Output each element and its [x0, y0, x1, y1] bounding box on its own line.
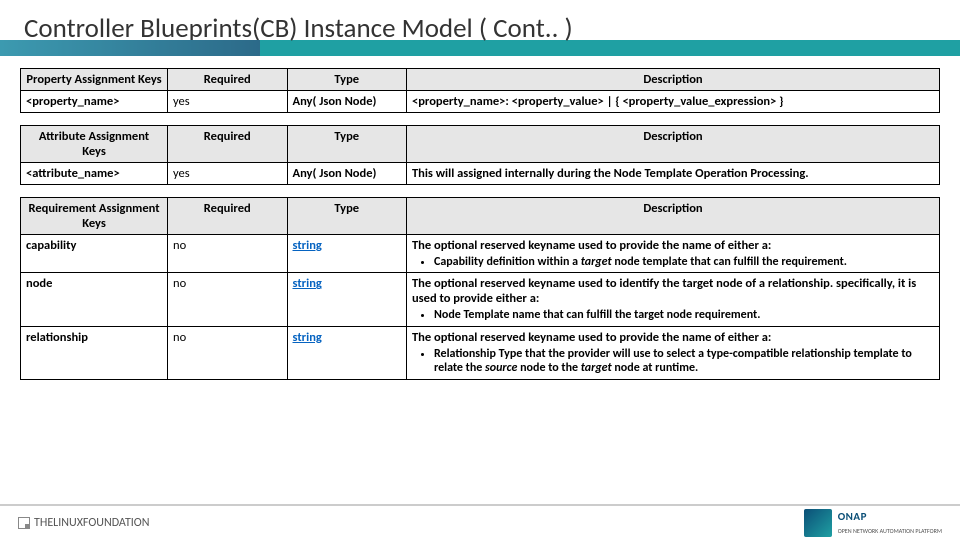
slide-title: Controller Blueprints(CB) Instance Model… — [24, 12, 936, 45]
cell-type: Any( Json Node) — [287, 91, 406, 113]
cell-required: yes — [168, 91, 287, 113]
cell-key: capability — [21, 235, 168, 273]
cell-description: The optional reserved keyname used to pr… — [406, 326, 939, 379]
cell-description: The optional reserved keyname used to pr… — [406, 235, 939, 273]
type-link[interactable]: string — [293, 238, 322, 253]
col-keys: Attribute Assignment Keys — [21, 126, 168, 163]
table-row: <attribute_name> yes Any( Json Node) Thi… — [21, 163, 940, 185]
cell-description: The optional reserved keyname used to id… — [406, 273, 939, 326]
col-keys: Requirement Assignment Keys — [21, 198, 168, 235]
cell-description: This will assigned internally during the… — [406, 163, 939, 185]
type-link[interactable]: string — [293, 276, 322, 291]
onap-logo: ONAP OPEN NETWORK AUTOMATION PLATFORM — [804, 509, 942, 537]
cell-description: <property_name>: <property_value> | { <p… — [406, 91, 939, 113]
footer: THELINUXFOUNDATION ONAP OPEN NETWORK AUT… — [0, 504, 960, 540]
cell-type: string — [287, 235, 406, 273]
table-row: <property_name> yes Any( Json Node) <pro… — [21, 91, 940, 113]
slide-content: Property Assignment Keys Required Type D… — [0, 56, 960, 504]
cell-type: Any( Json Node) — [287, 163, 406, 185]
cell-required: no — [168, 326, 287, 379]
col-keys: Property Assignment Keys — [21, 69, 168, 91]
col-type: Type — [287, 69, 406, 91]
col-type: Type — [287, 198, 406, 235]
type-link[interactable]: string — [293, 330, 322, 345]
table-row: node no string The optional reserved key… — [21, 273, 940, 326]
onap-text: ONAP — [838, 510, 867, 523]
requirement-assignment-table: Requirement Assignment Keys Required Typ… — [20, 197, 940, 380]
desc-bullet: Capability definition within a target no… — [434, 255, 934, 269]
property-assignment-table: Property Assignment Keys Required Type D… — [20, 68, 940, 113]
cell-key: node — [21, 273, 168, 326]
cell-type: string — [287, 326, 406, 379]
cell-type: string — [287, 273, 406, 326]
col-description: Description — [406, 198, 939, 235]
onap-icon — [804, 509, 832, 537]
col-description: Description — [406, 126, 939, 163]
cell-key: <property_name> — [21, 91, 168, 113]
col-required: Required — [168, 198, 287, 235]
desc-bullet: Node Template name that can fulfill the … — [434, 308, 934, 322]
onap-subtext: OPEN NETWORK AUTOMATION PLATFORM — [838, 527, 942, 535]
table-row: capability no string The optional reserv… — [21, 235, 940, 273]
slide: Controller Blueprints(CB) Instance Model… — [0, 0, 960, 540]
cell-required: no — [168, 273, 287, 326]
lf-text: THELINUXFOUNDATION — [34, 516, 150, 530]
cell-key: <attribute_name> — [21, 163, 168, 185]
col-description: Description — [406, 69, 939, 91]
cell-required: yes — [168, 163, 287, 185]
col-type: Type — [287, 126, 406, 163]
cell-required: no — [168, 235, 287, 273]
desc-bullet: Relationship Type that the provider will… — [434, 347, 934, 376]
col-required: Required — [168, 69, 287, 91]
cell-key: relationship — [21, 326, 168, 379]
table-row: relationship no string The optional rese… — [21, 326, 940, 379]
linux-foundation-logo: THELINUXFOUNDATION — [18, 516, 150, 530]
attribute-assignment-table: Attribute Assignment Keys Required Type … — [20, 125, 940, 185]
col-required: Required — [168, 126, 287, 163]
title-bar: Controller Blueprints(CB) Instance Model… — [0, 0, 960, 56]
lf-icon — [18, 517, 30, 529]
